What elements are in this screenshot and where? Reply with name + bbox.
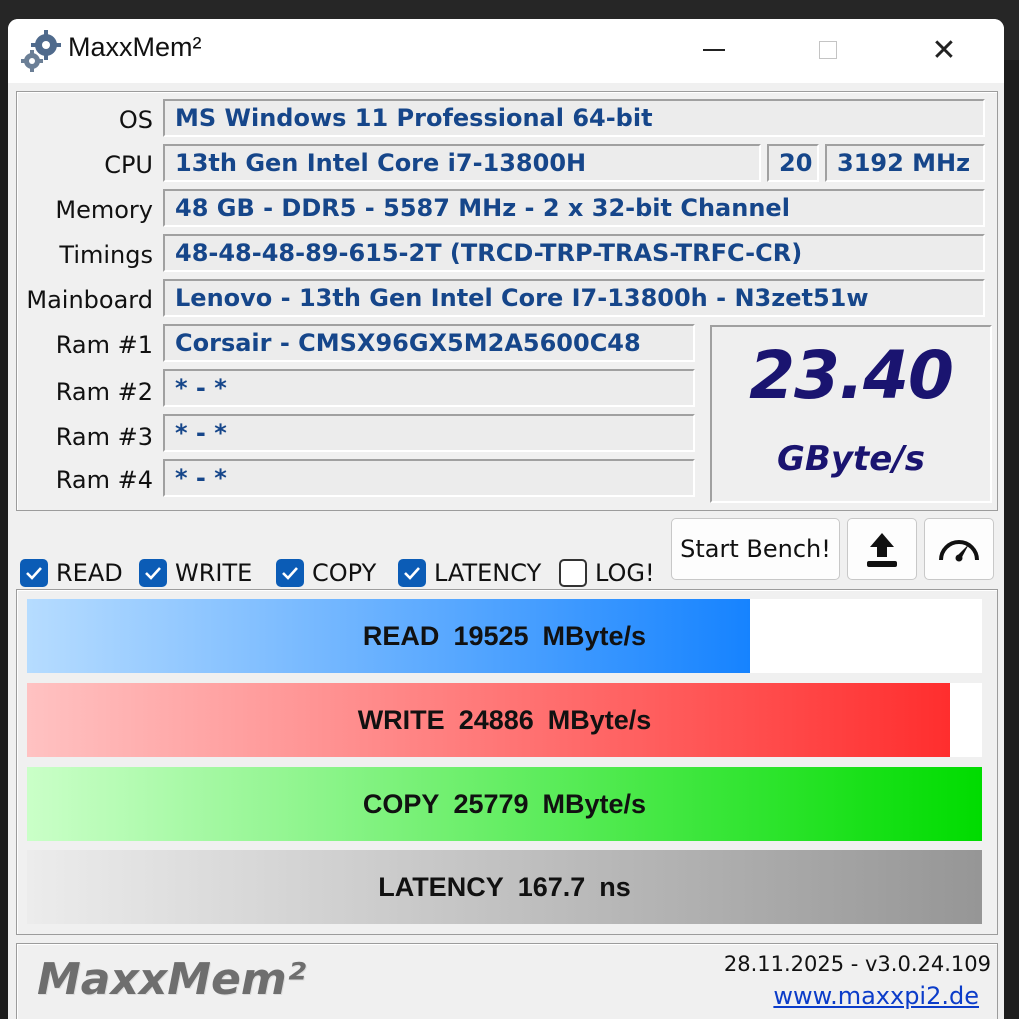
website-link[interactable]: www.maxxpi2.de (773, 982, 979, 1010)
timings-field: 48-48-48-89-615-2T (TRCD-TRP-TRAS-TRFC-C… (163, 234, 985, 272)
ram-1-label: Ram #1 (55, 331, 153, 359)
ram-4-field: * - * (163, 459, 695, 497)
speedometer-icon (939, 540, 979, 562)
write-bar-text: WRITE 24886 MByte/s (27, 683, 982, 757)
close-icon: ✕ (931, 32, 957, 68)
ram-1-field: Corsair - CMSX96GX5M2A5600C48 (163, 324, 695, 362)
speedometer-button[interactable] (924, 518, 994, 580)
mainboard-field: Lenovo - 13th Gen Intel Core I7-13800h -… (163, 279, 985, 317)
upload-button[interactable] (847, 518, 917, 580)
window-title: MaxxMem² (68, 32, 202, 62)
latency-bar-text: LATENCY 167.7 ns (27, 850, 982, 924)
latency-bar-name: LATENCY (378, 871, 504, 902)
checkbox-unchecked-icon (559, 559, 587, 587)
title-bar[interactable]: MaxxMem² ✕ (8, 19, 1004, 83)
cpu-field: 13th Gen Intel Core i7-13800H (163, 144, 761, 182)
results-panel: READ 19525 MByte/s WRITE 24886 MByte/s C… (16, 589, 998, 935)
ram-2-label: Ram #2 (55, 378, 153, 406)
minimize-icon (703, 49, 725, 51)
system-info-panel: OS MS Windows 11 Professional 64-bit CPU… (16, 91, 998, 511)
copy-bar-text: COPY 25779 MByte/s (27, 767, 982, 841)
checkbox-checked-icon (139, 559, 167, 587)
speed-unit: GByte/s (777, 439, 925, 479)
checkbox-checked-icon (20, 559, 48, 587)
checkbox-copy[interactable]: COPY (276, 559, 376, 587)
write-bar-name: WRITE (357, 704, 445, 735)
checkbox-latency[interactable]: LATENCY (398, 559, 541, 587)
ram-3-field: * - * (163, 414, 695, 452)
write-result-bar: WRITE 24886 MByte/s (27, 683, 982, 757)
client-area: OS MS Windows 11 Professional 64-bit CPU… (8, 83, 1004, 1019)
checkbox-log[interactable]: LOG! (559, 559, 655, 587)
version-text: 28.11.2025 - v3.0.24.109 (723, 952, 991, 976)
maxxmem-logo: MaxxMem² (37, 954, 306, 1005)
os-field: MS Windows 11 Professional 64-bit (163, 99, 985, 137)
close-button[interactable]: ✕ (916, 25, 972, 75)
cpu-threads-field: 20 (767, 144, 819, 182)
copy-result-bar: COPY 25779 MByte/s (27, 767, 982, 841)
checkbox-write[interactable]: WRITE (139, 559, 252, 587)
checkbox-checked-icon (276, 559, 304, 587)
minimize-button[interactable] (686, 25, 742, 75)
checkbox-checked-icon (398, 559, 426, 587)
write-bar-unit: MByte/s (547, 704, 652, 735)
speed-display: 23.40 GByte/s (710, 325, 992, 503)
checkbox-read[interactable]: READ (20, 559, 123, 587)
gears-icon (21, 30, 61, 72)
ram-3-label: Ram #3 (55, 423, 153, 451)
latency-bar-unit: ns (599, 871, 631, 902)
maximize-icon (819, 41, 837, 59)
copy-bar-name: COPY (362, 788, 440, 819)
write-bar-value: 24886 (458, 704, 534, 735)
latency-result-bar: LATENCY 167.7 ns (27, 850, 982, 924)
latency-bar-value: 167.7 (517, 871, 586, 902)
read-bar-text: READ 19525 MByte/s (27, 599, 982, 673)
copy-bar-unit: MByte/s (542, 788, 647, 819)
checkbox-latency-label: LATENCY (434, 559, 542, 587)
cpu-label: CPU (104, 151, 153, 179)
read-bar-name: READ (362, 620, 440, 651)
checkbox-read-label: READ (56, 559, 123, 587)
speed-value: 23.40 (749, 337, 954, 414)
mainboard-label: Mainboard (26, 286, 153, 314)
cpu-freq-field: 3192 MHz (825, 144, 985, 182)
maximize-button[interactable] (800, 25, 856, 75)
memory-label: Memory (55, 196, 153, 224)
ram-2-field: * - * (163, 369, 695, 407)
timings-label: Timings (59, 241, 153, 269)
upload-icon (867, 533, 897, 567)
checkbox-write-label: WRITE (175, 559, 253, 587)
footer-panel: MaxxMem² 28.11.2025 - v3.0.24.109 www.ma… (16, 943, 998, 1019)
checkbox-copy-label: COPY (312, 559, 377, 587)
maxxmem-window: MaxxMem² ✕ OS MS Windows 11 Professional… (8, 19, 1004, 1019)
start-bench-button[interactable]: Start Bench! (671, 518, 840, 580)
read-bar-unit: MByte/s (542, 620, 647, 651)
read-bar-value: 19525 (453, 620, 529, 651)
checkbox-log-label: LOG! (595, 559, 655, 587)
os-label: OS (118, 106, 153, 134)
read-result-bar: READ 19525 MByte/s (27, 599, 982, 673)
copy-bar-value: 25779 (453, 788, 529, 819)
ram-4-label: Ram #4 (55, 466, 153, 494)
memory-field: 48 GB - DDR5 - 5587 MHz - 2 x 32-bit Cha… (163, 189, 985, 227)
